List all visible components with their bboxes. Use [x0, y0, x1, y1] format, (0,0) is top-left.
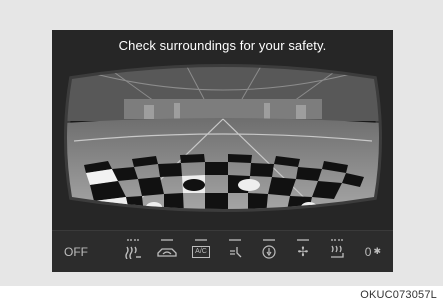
- infotainment-screen: Check surroundings for your safety. OFF …: [52, 30, 393, 272]
- safety-warning-text: Check surroundings for your safety.: [118, 38, 327, 53]
- heated-seat-icon: [331, 245, 344, 258]
- auto-climate-button[interactable]: [252, 237, 286, 267]
- auto-climate-icon: [262, 244, 276, 259]
- fan-icon: ✢: [297, 243, 309, 259]
- figure-panel: Check surroundings for your safety. OFF …: [0, 0, 443, 286]
- fan-button[interactable]: ✢: [286, 237, 320, 267]
- climate-control-bar: OFF A/C ✢ 0 ✱: [52, 230, 393, 272]
- car-recirculation-icon: [157, 247, 177, 257]
- ac-button[interactable]: A/C: [184, 237, 218, 267]
- heated-seat-wave-icon: [125, 246, 141, 259]
- rear-defrost-heated-seat-button[interactable]: [116, 237, 150, 267]
- air-recirculation-button[interactable]: [150, 237, 184, 267]
- fan-speed-indicator[interactable]: 0 ✱: [365, 245, 381, 259]
- airflow-mode-button[interactable]: [218, 237, 252, 267]
- airflow-seat-icon: [230, 246, 242, 257]
- climate-off-button[interactable]: OFF: [64, 245, 116, 259]
- figure-code: OKUC073057L: [360, 289, 437, 301]
- ac-icon: A/C: [192, 245, 210, 258]
- fan-speed-value: 0: [364, 244, 372, 259]
- rear-camera-view: [64, 64, 382, 212]
- heated-seat-button[interactable]: [320, 237, 354, 267]
- fan-speed-icon: ✱: [373, 246, 381, 256]
